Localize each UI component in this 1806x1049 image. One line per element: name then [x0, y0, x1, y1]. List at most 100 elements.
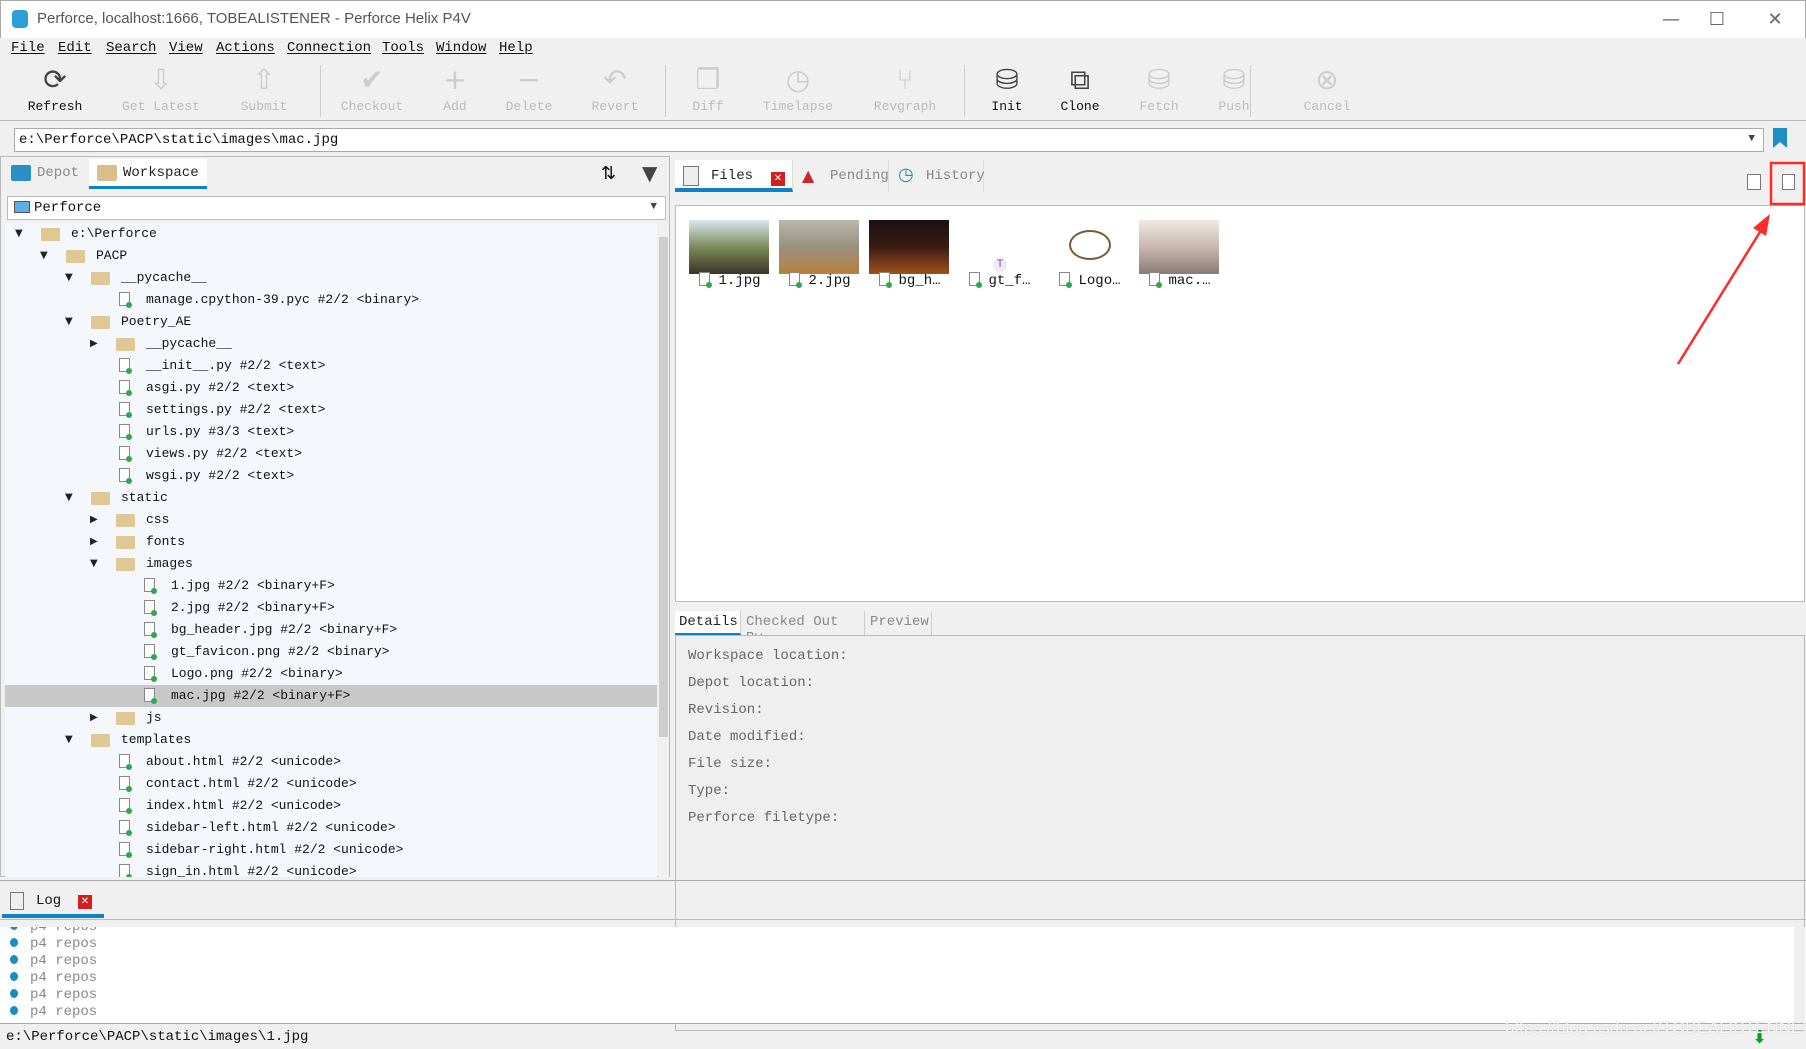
tree-file[interactable]: about.html #2/2 <unicode>: [5, 751, 657, 773]
tree-file[interactable]: sidebar-right.html #2/2 <unicode>: [5, 839, 657, 861]
file-thumbnail[interactable]: bg_h…: [865, 206, 955, 306]
tree-file[interactable]: mac.jpg #2/2 <binary+F>: [5, 685, 657, 707]
submit-button[interactable]: ⇧ Submit: [219, 63, 309, 114]
file-icon: [1149, 272, 1163, 288]
tree-file[interactable]: bg_header.jpg #2/2 <binary+F>: [5, 619, 657, 641]
tree-folder[interactable]: ▼ e:\Perforce: [5, 223, 657, 245]
tab-depot[interactable]: Depot: [3, 159, 87, 189]
menu-edit[interactable]: Edit: [58, 40, 92, 56]
menu-search[interactable]: Search: [106, 40, 156, 56]
workspace-tree: ▼ e:\Perforce ▼ PACP ▼ __pycache__ manage.cpyt…: [5, 223, 657, 877]
tree-file[interactable]: manage.cpython-39.pyc #2/2 <binary>: [5, 289, 657, 311]
tree-folder[interactable]: ▼ __pycache__: [5, 267, 657, 289]
diff-button[interactable]: ❐ Diff: [663, 63, 753, 114]
close-button[interactable]: ✕: [1755, 7, 1795, 33]
tab-files[interactable]: Files ✕: [675, 160, 793, 192]
collapsed-arrow-icon[interactable]: ▶: [90, 531, 98, 553]
menu-bar: File Edit Search View Actions Connection…: [0, 38, 1806, 59]
tree-scrollbar[interactable]: [658, 223, 669, 877]
chevron-down-icon[interactable]: ▼: [1748, 133, 1755, 145]
expanded-arrow-icon[interactable]: ▼: [65, 311, 73, 333]
tab-details[interactable]: Details: [675, 611, 741, 635]
menu-window[interactable]: Window: [436, 40, 486, 56]
menu-view[interactable]: View: [169, 40, 203, 56]
file-icon: [119, 380, 132, 396]
file-thumbnail[interactable]: Tgt_f…: [955, 206, 1045, 306]
menu-help[interactable]: Help: [499, 40, 533, 56]
tree-folder[interactable]: ▶ __pycache__: [5, 333, 657, 355]
file-thumbnail[interactable]: mac.…: [1135, 206, 1225, 306]
revgraph-button[interactable]: ⑂ Revgraph: [860, 63, 950, 114]
close-tab-icon[interactable]: ✕: [78, 895, 92, 909]
tree-file[interactable]: asgi.py #2/2 <text>: [5, 377, 657, 399]
cancel-button[interactable]: ⊗ Cancel: [1282, 63, 1372, 114]
tree-folder[interactable]: ▼ PACP: [5, 245, 657, 267]
tree-file[interactable]: Logo.png #2/2 <binary>: [5, 663, 657, 685]
tree-file[interactable]: __init__.py #2/2 <text>: [5, 355, 657, 377]
bookmark-icon[interactable]: [1773, 128, 1787, 148]
tab-history[interactable]: ◷ History: [890, 160, 985, 192]
tree-file[interactable]: settings.py #2/2 <text>: [5, 399, 657, 421]
tree-folder[interactable]: ▼ templates: [5, 729, 657, 751]
tree-folder[interactable]: ▼ Poetry_AE: [5, 311, 657, 333]
tab-pending[interactable]: ▲ Pending: [794, 160, 889, 192]
collapsed-arrow-icon[interactable]: ▶: [90, 333, 98, 355]
tab-workspace[interactable]: Workspace: [89, 159, 207, 189]
tree-folder[interactable]: ▶ fonts: [5, 531, 657, 553]
expanded-arrow-icon[interactable]: ▼: [40, 245, 48, 267]
file-thumbnail[interactable]: Logo…: [1045, 206, 1135, 306]
tree-folder[interactable]: ▼ static: [5, 487, 657, 509]
tab-preview[interactable]: Preview: [866, 611, 932, 635]
tree-folder[interactable]: ▶ js: [5, 707, 657, 729]
tab-checked-out-by[interactable]: Checked Out By: [742, 611, 865, 646]
file-thumbnail[interactable]: 2.jpg: [775, 206, 865, 306]
tree-file[interactable]: sidebar-left.html #2/2 <unicode>: [5, 817, 657, 839]
tree-file[interactable]: urls.py #3/3 <text>: [5, 421, 657, 443]
get-latest-button[interactable]: ⇩ Get Latest: [116, 63, 206, 114]
checkout-button[interactable]: ✔ Checkout: [327, 63, 417, 114]
menu-actions[interactable]: Actions: [216, 40, 275, 56]
tree-file[interactable]: views.py #2/2 <text>: [5, 443, 657, 465]
close-tab-icon[interactable]: ✕: [771, 172, 785, 186]
tree-file[interactable]: 1.jpg #2/2 <binary+F>: [5, 575, 657, 597]
menu-file[interactable]: File: [11, 40, 45, 56]
expanded-arrow-icon[interactable]: ▼: [65, 729, 73, 751]
tree-folder[interactable]: ▶ css: [5, 509, 657, 531]
expanded-arrow-icon[interactable]: ▼: [65, 267, 73, 289]
expanded-arrow-icon[interactable]: ▼: [65, 487, 73, 509]
address-field[interactable]: e:\Perforce\PACP\static\images\mac.jpg ▼: [14, 128, 1764, 152]
preview-pane-icon[interactable]: [1782, 174, 1795, 190]
scrollbar-thumb[interactable]: [659, 237, 668, 737]
file-thumbnail[interactable]: 1.jpg: [685, 206, 775, 306]
log-text: p4 repos: [30, 927, 98, 935]
tree-file[interactable]: wsgi.py #2/2 <text>: [5, 465, 657, 487]
clone-button[interactable]: ⧉ Clone: [1035, 63, 1125, 114]
minimize-button[interactable]: —: [1651, 7, 1691, 33]
menu-connection[interactable]: Connection: [287, 40, 371, 56]
view-mode-icon[interactable]: [1747, 174, 1761, 190]
delete-button[interactable]: − Delete: [484, 63, 574, 114]
filter-icon[interactable]: ▼: [642, 161, 657, 185]
tree-file[interactable]: 2.jpg #2/2 <binary+F>: [5, 597, 657, 619]
tree-file[interactable]: index.html #2/2 <unicode>: [5, 795, 657, 817]
log-scrollbar[interactable]: [1794, 927, 1805, 1023]
tree-file[interactable]: gt_favicon.png #2/2 <binary>: [5, 641, 657, 663]
tree-file[interactable]: sign_in.html #2/2 <unicode>: [5, 861, 657, 877]
revert-button[interactable]: ↶ Revert: [570, 63, 660, 114]
sort-icon[interactable]: ⇅: [601, 163, 616, 184]
refresh-button[interactable]: ⟳ Refresh: [10, 63, 100, 114]
expanded-arrow-icon[interactable]: ▼: [90, 553, 98, 575]
tree-item-label: css: [146, 512, 170, 527]
workspace-select[interactable]: Perforce ▼: [7, 196, 666, 220]
maximize-button[interactable]: ☐: [1697, 7, 1737, 33]
tree-folder[interactable]: ▼ images: [5, 553, 657, 575]
collapsed-arrow-icon[interactable]: ▶: [90, 509, 98, 531]
collapsed-arrow-icon[interactable]: ▶: [90, 707, 98, 729]
tree-item-label: Logo.png #2/2 <binary>: [171, 666, 343, 681]
push-button[interactable]: ⛁ Push: [1189, 63, 1279, 114]
tab-log[interactable]: Log ✕: [2, 883, 104, 918]
menu-tools[interactable]: Tools: [382, 40, 424, 56]
timelapse-button[interactable]: ◷ Timelapse: [753, 63, 843, 114]
tree-file[interactable]: contact.html #2/2 <unicode>: [5, 773, 657, 795]
expanded-arrow-icon[interactable]: ▼: [15, 223, 23, 245]
